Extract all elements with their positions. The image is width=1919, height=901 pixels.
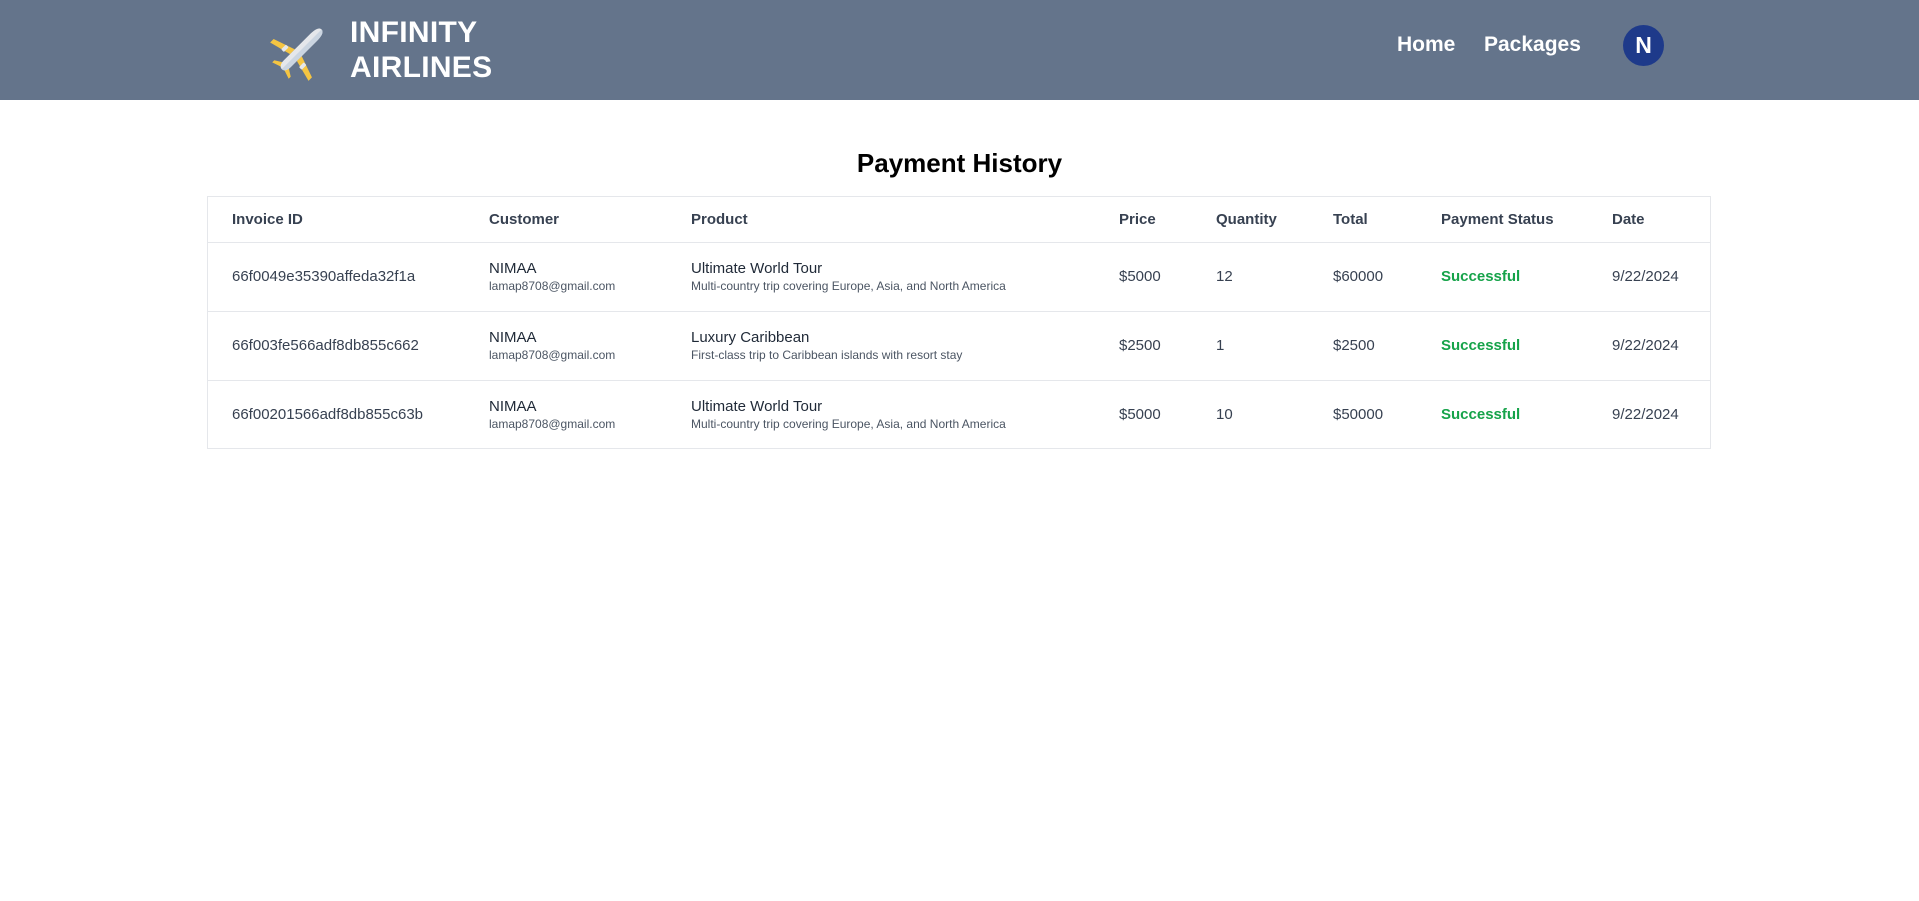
payment-history-table: Invoice ID Customer Product Price Quanti… [207,196,1711,449]
invoice-id-cell: 66f0049e35390affeda32f1a [232,268,416,285]
total-cell: $2500 [1333,337,1375,354]
total-cell: $60000 [1333,268,1384,285]
table-row: 66f0049e35390affeda32f1a NIMAA lamap8708… [208,242,1710,311]
payment-status-cell: Successful [1441,337,1521,354]
top-navbar: INFINITY AIRLINES Home Packages N [0,0,1919,100]
column-header-customer: Customer [489,210,560,228]
invoice-id-cell: 66f003fe566adf8db855c662 [232,337,419,354]
customer-cell: NIMAA lamap8708@gmail.com [465,311,667,380]
table-header-row: Invoice ID Customer Product Price Quanti… [208,197,1710,242]
customer-name: NIMAA [489,397,537,415]
column-header-product: Product [691,210,748,228]
product-description: First-class trip to Caribbean islands wi… [691,347,963,362]
user-avatar[interactable]: N [1623,25,1664,66]
total-cell: $50000 [1333,406,1384,424]
product-name: Luxury Caribbean [691,328,810,346]
payment-status-cell: Successful [1441,406,1521,424]
price-cell: $5000 [1119,406,1161,424]
table-row: 66f00201566adf8db855c63b NIMAA lamap8708… [208,380,1710,449]
customer-email: lamap8708@gmail.com [489,416,616,431]
quantity-cell: 1 [1216,337,1225,354]
date-cell: 9/22/2024 [1612,337,1679,354]
brand-name: INFINITY AIRLINES [350,15,492,85]
customer-name: NIMAA [489,328,537,346]
column-header-payment-status: Payment Status [1441,210,1554,228]
product-description: Multi-country trip covering Europe, Asia… [691,416,1006,431]
customer-email: lamap8708@gmail.com [489,347,616,362]
date-cell: 9/22/2024 [1612,406,1679,424]
product-description: Multi-country trip covering Europe, Asia… [691,278,1006,293]
nav-home-link[interactable]: Home [1397,31,1455,59]
price-cell: $2500 [1119,337,1161,354]
brand-line-1: INFINITY [350,16,478,49]
product-name: Ultimate World Tour [691,259,823,277]
customer-cell: NIMAA lamap8708@gmail.com [465,242,667,311]
table-row: 66f003fe566adf8db855c662 NIMAA lamap8708… [208,311,1710,380]
column-header-invoice-id: Invoice ID [232,210,303,228]
product-cell: Ultimate World Tour Multi-country trip c… [667,380,1095,449]
product-name: Ultimate World Tour [691,397,823,415]
airplane-icon [270,28,323,81]
brand-logo-link[interactable]: INFINITY AIRLINES [270,10,492,90]
column-header-total: Total [1333,210,1368,228]
page-title: Payment History [856,148,1063,178]
column-header-quantity: Quantity [1216,210,1277,228]
date-cell: 9/22/2024 [1612,268,1679,285]
column-header-price: Price [1119,210,1156,228]
customer-cell: NIMAA lamap8708@gmail.com [465,380,667,449]
product-cell: Ultimate World Tour Multi-country trip c… [667,242,1095,311]
payment-status-cell: Successful [1441,268,1521,285]
brand-line-2: AIRLINES [350,51,493,84]
product-cell: Luxury Caribbean First-class trip to Car… [667,311,1095,380]
customer-name: NIMAA [489,259,537,277]
column-header-date: Date [1612,210,1645,228]
invoice-id-cell: 66f00201566adf8db855c63b [232,406,424,424]
quantity-cell: 12 [1216,268,1233,285]
price-cell: $5000 [1119,268,1161,285]
nav-packages-link[interactable]: Packages [1484,31,1581,59]
customer-email: lamap8708@gmail.com [489,278,616,293]
quantity-cell: 10 [1216,406,1233,424]
